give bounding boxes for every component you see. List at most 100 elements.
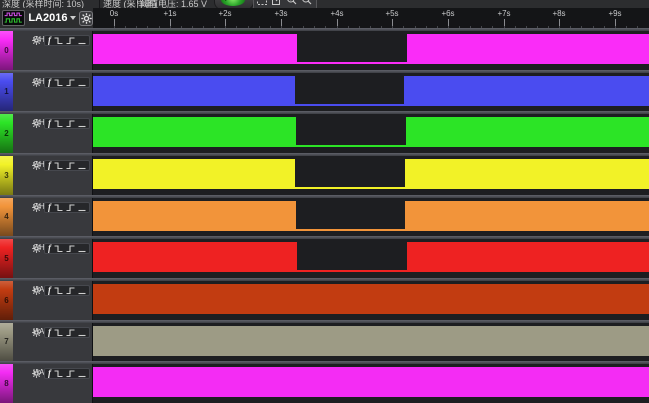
channel-color-bar[interactable]: 2 <box>0 114 13 153</box>
waveform-track[interactable] <box>93 73 649 112</box>
trigger-selector[interactable]: f <box>44 77 90 88</box>
trigger-selector[interactable]: f <box>44 35 90 46</box>
channel-label-panel[interactable]: 8 HALL_W f <box>0 364 93 403</box>
trigger-selector[interactable]: f <box>44 368 90 379</box>
channel-color-bar[interactable]: 6 <box>0 281 13 320</box>
waveform-track[interactable] <box>93 281 649 320</box>
low-level-icon[interactable] <box>78 161 86 170</box>
trigger-f-icon[interactable]: f <box>48 328 51 337</box>
low-level-icon[interactable] <box>78 244 86 253</box>
trigger-f-icon[interactable]: f <box>48 369 51 378</box>
low-level-icon[interactable] <box>78 203 86 212</box>
rising-edge-icon[interactable] <box>66 161 75 170</box>
trigger-f-icon[interactable]: f <box>48 244 51 253</box>
low-level-icon[interactable] <box>78 369 86 378</box>
waveform-track[interactable] <box>93 239 649 278</box>
channel-color-bar[interactable]: 3 <box>0 156 13 195</box>
waveform-track[interactable] <box>93 31 649 70</box>
time-ruler[interactable]: 0s+1s+2s+3s+4s+5s+6s+7s+8s+9s <box>93 8 649 28</box>
low-level-icon[interactable] <box>78 78 86 87</box>
falling-edge-icon[interactable] <box>54 328 63 337</box>
channel-color-bar[interactable]: 5 <box>0 239 13 278</box>
waveform-track[interactable] <box>93 323 649 362</box>
signal-high-segment <box>93 284 649 314</box>
trigger-f-icon[interactable]: f <box>48 161 51 170</box>
channel-label-panel[interactable]: 5 CH3N f <box>0 239 93 278</box>
trigger-selector[interactable]: f <box>44 160 90 171</box>
export-view-icon[interactable] <box>271 0 283 6</box>
rising-edge-icon[interactable] <box>66 244 75 253</box>
zoom-in-icon[interactable] <box>286 0 298 6</box>
channel-settings-gear-icon[interactable] <box>32 286 41 295</box>
channel-label-panel[interactable]: 2 CH2 f <box>0 114 93 153</box>
low-level-icon[interactable] <box>78 36 86 45</box>
falling-edge-icon[interactable] <box>54 161 63 170</box>
channel-settings-gear-icon[interactable] <box>32 328 41 337</box>
signal-low-segment <box>296 229 405 231</box>
channel-label-panel[interactable]: 3 CH2N f <box>0 156 93 195</box>
channel-settings-gear-icon[interactable] <box>32 119 41 128</box>
rising-edge-icon[interactable] <box>66 203 75 212</box>
waveform-track[interactable] <box>93 198 649 237</box>
channel-label-panel[interactable]: 4 CH3 f <box>0 198 93 237</box>
falling-edge-icon[interactable] <box>54 203 63 212</box>
falling-edge-icon[interactable] <box>54 78 63 87</box>
trigger-f-icon[interactable]: f <box>48 78 51 87</box>
channel-color-bar[interactable]: 7 <box>0 323 13 362</box>
rising-edge-icon[interactable] <box>66 328 75 337</box>
low-level-icon[interactable] <box>78 328 86 337</box>
channel-row: 4 CH3 f <box>0 195 649 237</box>
trigger-f-icon[interactable]: f <box>48 286 51 295</box>
trigger-selector[interactable]: f <box>44 202 90 213</box>
signal-low-segment <box>295 104 404 106</box>
trigger-f-icon[interactable]: f <box>48 36 51 45</box>
trigger-f-icon[interactable]: f <box>48 203 51 212</box>
channel-number: 4 <box>4 212 8 221</box>
channel-label-panel[interactable]: 7 HALL_V f <box>0 323 93 362</box>
falling-edge-icon[interactable] <box>54 119 63 128</box>
low-level-icon[interactable] <box>78 286 86 295</box>
selection-box-icon[interactable] <box>256 0 268 6</box>
falling-edge-icon[interactable] <box>54 36 63 45</box>
waveform-track[interactable] <box>93 156 649 195</box>
trigger-selector[interactable]: f <box>44 285 90 296</box>
channel-color-bar[interactable]: 8 <box>0 364 13 403</box>
waveform-track[interactable] <box>93 114 649 153</box>
device-model-label[interactable]: LA2016 <box>28 12 67 24</box>
channel-settings-gear-icon[interactable] <box>32 369 41 378</box>
falling-edge-icon[interactable] <box>54 244 63 253</box>
rising-edge-icon[interactable] <box>66 369 75 378</box>
device-settings-button[interactable] <box>79 11 93 26</box>
channel-settings-gear-icon[interactable] <box>32 36 41 45</box>
falling-edge-icon[interactable] <box>54 286 63 295</box>
channel-settings-gear-icon[interactable] <box>32 78 41 87</box>
zoom-out-icon[interactable] <box>301 0 313 6</box>
rising-edge-icon[interactable] <box>66 119 75 128</box>
channel-settings-gear-icon[interactable] <box>32 244 41 253</box>
low-level-icon[interactable] <box>78 119 86 128</box>
channel-label-panel[interactable]: 0 CH1 f <box>0 31 93 70</box>
trigger-selector[interactable]: f <box>44 243 90 254</box>
channel-color-bar[interactable]: 1 <box>0 73 13 112</box>
trigger-selector[interactable]: f <box>44 327 90 338</box>
channel-controls: f <box>32 284 90 297</box>
channel-settings-gear-icon[interactable] <box>32 203 41 212</box>
rising-edge-icon[interactable] <box>66 36 75 45</box>
channel-label-panel[interactable]: 6 HALL_U f <box>0 281 93 320</box>
ruler-tick-label: +3s <box>274 9 287 18</box>
rising-edge-icon[interactable] <box>66 78 75 87</box>
channel-color-bar[interactable]: 0 <box>0 31 13 70</box>
channel-row: 0 CH1 f <box>0 28 649 70</box>
ruler-tick-label: +1s <box>163 9 176 18</box>
channel-label-panel[interactable]: 1 CH1N f <box>0 73 93 112</box>
channel-settings-gear-icon[interactable] <box>32 161 41 170</box>
falling-edge-icon[interactable] <box>54 369 63 378</box>
trigger-selector[interactable]: f <box>44 118 90 129</box>
waveform-track[interactable] <box>93 364 649 403</box>
channel-number: 3 <box>4 171 8 180</box>
channel-color-bar[interactable]: 4 <box>0 198 13 237</box>
rising-edge-icon[interactable] <box>66 286 75 295</box>
trigger-f-icon[interactable]: f <box>48 119 51 128</box>
chevron-down-icon[interactable] <box>70 16 76 20</box>
channel-number: 6 <box>4 296 8 305</box>
